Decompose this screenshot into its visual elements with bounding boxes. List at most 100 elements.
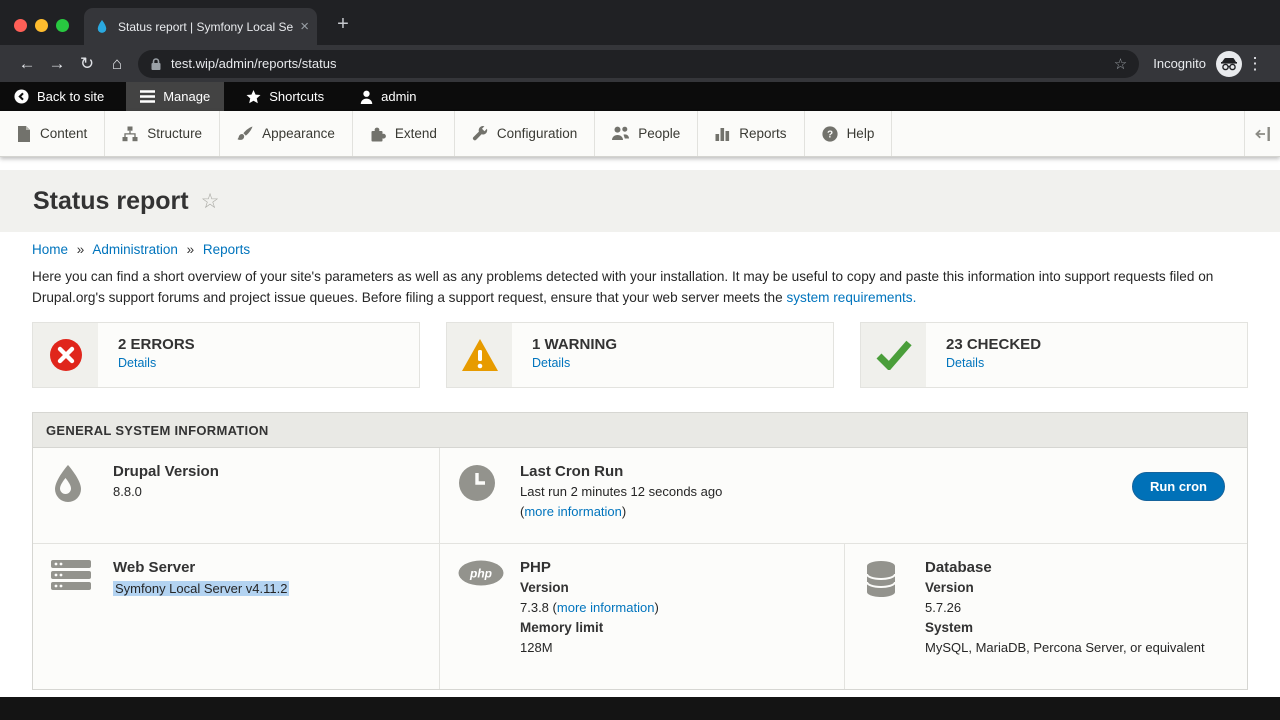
warnings-details-link[interactable]: Details	[532, 356, 570, 370]
card-body: 2 ERRORS Details	[98, 323, 195, 387]
shortcut-star-icon[interactable]: ☆	[201, 189, 220, 214]
back-to-site-button[interactable]: Back to site	[0, 82, 118, 111]
menu-item-appearance[interactable]: Appearance	[220, 111, 353, 156]
drupal-version-value: 8.8.0	[113, 482, 423, 502]
menu-item-content[interactable]: Content	[0, 111, 105, 156]
manage-tab[interactable]: Manage	[126, 82, 224, 111]
errors-details-link[interactable]: Details	[118, 356, 156, 370]
home-button[interactable]: ⌂	[102, 54, 132, 74]
svg-text:?: ?	[827, 129, 833, 140]
checkmark-icon	[876, 340, 912, 370]
drupal-version-title: Drupal Version	[113, 462, 423, 482]
panel-row: Web Server Symfony Local Server v4.11.2 …	[33, 544, 1247, 689]
zoom-window-button[interactable]	[56, 19, 69, 32]
toggle-orientation-icon	[1255, 127, 1271, 141]
user-icon	[360, 90, 373, 104]
back-button[interactable]: ←	[12, 54, 42, 74]
toolbar-gap	[338, 82, 346, 111]
breadcrumb-reports[interactable]: Reports	[203, 242, 250, 257]
menu-item-people[interactable]: People	[595, 111, 698, 156]
php-memory-label: Memory limit	[520, 618, 828, 638]
toolbar-gap	[118, 82, 126, 111]
drupal-version-cell: Drupal Version 8.8.0	[33, 448, 440, 543]
system-requirements-link[interactable]: system requirements.	[786, 290, 916, 305]
incognito-label: Incognito	[1153, 56, 1206, 71]
php-version-label: Version	[520, 578, 828, 598]
page-content: Home » Administration » Reports Here you…	[0, 232, 1280, 697]
user-label: admin	[381, 89, 416, 104]
lock-icon[interactable]	[150, 57, 162, 71]
menu-item-reports[interactable]: Reports	[698, 111, 804, 156]
paintbrush-icon	[237, 126, 253, 142]
help-icon: ?	[822, 126, 838, 142]
checked-count: 23 CHECKED	[946, 336, 1041, 353]
cron-more-information-link[interactable]: more information	[524, 504, 622, 519]
page-gap	[0, 157, 1280, 170]
bookmark-star-icon[interactable]: ☆	[1114, 55, 1127, 73]
run-cron-button[interactable]: Run cron	[1132, 472, 1225, 501]
card-body: 1 WARNING Details	[512, 323, 617, 387]
menu-item-label: Help	[847, 126, 875, 141]
menu-item-label: Configuration	[497, 126, 577, 141]
breadcrumb-home[interactable]: Home	[32, 242, 68, 257]
shortcuts-tab[interactable]: Shortcuts	[232, 82, 338, 111]
content-icon	[17, 126, 31, 142]
menu-item-configuration[interactable]: Configuration	[455, 111, 595, 156]
toolbar-orientation-toggle[interactable]	[1244, 111, 1280, 156]
clock-icon	[458, 464, 496, 507]
address-input[interactable]: test.wip/admin/reports/status ☆	[138, 50, 1139, 78]
summary-cards: 2 ERRORS Details 1 WARNING Details	[32, 322, 1248, 388]
database-icon	[863, 560, 899, 603]
php-title: PHP	[520, 558, 828, 578]
warnings-card: 1 WARNING Details	[446, 322, 834, 388]
back-to-site-label: Back to site	[37, 89, 104, 104]
bar-chart-icon	[715, 126, 730, 141]
web-server-title: Web Server	[113, 558, 423, 578]
database-system-value: MySQL, MariaDB, Percona Server, or equiv…	[925, 638, 1231, 658]
panel-heading: GENERAL SYSTEM INFORMATION	[33, 413, 1247, 448]
forward-button[interactable]: →	[42, 54, 72, 74]
browser-menu-button[interactable]: ⋮	[1242, 54, 1268, 74]
structure-icon	[122, 126, 138, 142]
server-icon	[51, 560, 91, 595]
checked-details-link[interactable]: Details	[946, 356, 984, 370]
tab-close-icon[interactable]: ×	[300, 19, 309, 34]
php-icon: php	[458, 560, 504, 591]
shortcuts-label: Shortcuts	[269, 89, 324, 104]
error-icon	[49, 338, 83, 372]
page-title: Status report	[33, 187, 189, 216]
php-version-value: 7.3.8	[520, 600, 549, 615]
php-cell: php PHP Version 7.3.8 (more information)…	[440, 544, 845, 689]
tab-title: Status report | Symfony Local Se	[118, 20, 294, 34]
php-more-information-link[interactable]: more information	[557, 600, 655, 615]
new-tab-button[interactable]: +	[330, 12, 356, 38]
warnings-count: 1 WARNING	[532, 336, 617, 353]
close-window-button[interactable]	[14, 19, 27, 32]
database-cell: Database Version 5.7.26 System MySQL, Ma…	[845, 544, 1247, 689]
menu-item-label: Extend	[395, 126, 437, 141]
menu-item-structure[interactable]: Structure	[105, 111, 220, 156]
page-header: Status report ☆	[0, 170, 1280, 232]
breadcrumb-separator: »	[77, 242, 85, 257]
menu-item-label: Content	[40, 126, 87, 141]
incognito-icon	[1216, 51, 1242, 77]
general-system-information-panel: GENERAL SYSTEM INFORMATION Drupal Versio…	[32, 412, 1248, 690]
breadcrumb-administration[interactable]: Administration	[92, 242, 178, 257]
database-title: Database	[925, 558, 1231, 578]
menu-item-label: Reports	[739, 126, 786, 141]
wrench-icon	[472, 126, 488, 142]
intro-text: Here you can find a short overview of yo…	[32, 269, 1213, 305]
browser-tab[interactable]: Status report | Symfony Local Se ×	[84, 8, 317, 45]
reload-button[interactable]: ↻	[72, 54, 102, 74]
minimize-window-button[interactable]	[35, 19, 48, 32]
manage-label: Manage	[163, 89, 210, 104]
menu-item-extend[interactable]: Extend	[353, 111, 455, 156]
svg-text:php: php	[469, 567, 492, 581]
puzzle-icon	[370, 126, 386, 142]
drupal-favicon-icon	[94, 19, 110, 35]
panel-row: Drupal Version 8.8.0 Last Cron Run Last …	[33, 448, 1247, 544]
menu-item-help[interactable]: ? Help	[805, 111, 893, 156]
error-iconbox	[33, 323, 98, 387]
people-icon	[612, 126, 629, 141]
user-tab[interactable]: admin	[346, 82, 430, 111]
